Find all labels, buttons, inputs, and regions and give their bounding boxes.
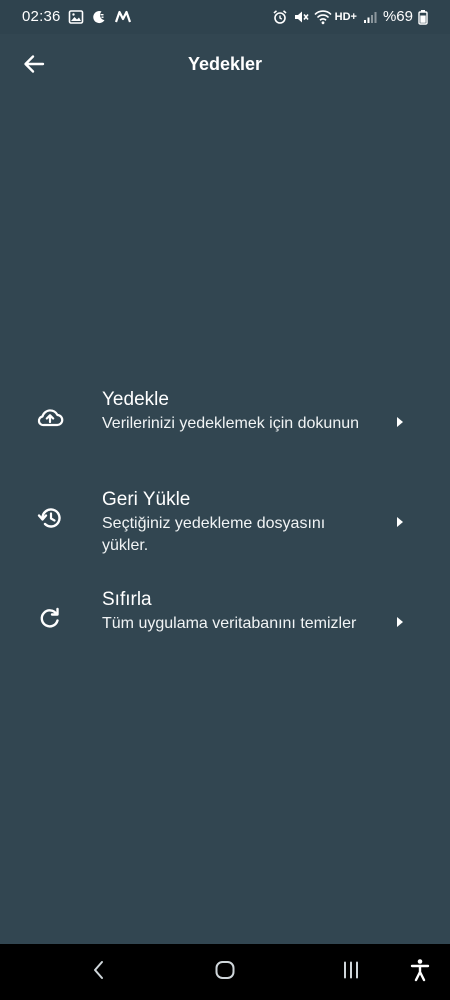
nav-recents-icon: [340, 959, 362, 986]
menu-item-title: Yedekle: [102, 389, 169, 410]
status-bar: 02:36 HD+ %69: [0, 0, 450, 34]
backup-menu-list: Yedekle Verilerinizi yedeklemek için dok…: [0, 378, 450, 678]
m-app-icon: [114, 9, 131, 25]
nav-recents-button[interactable]: [337, 958, 365, 986]
nav-back-button[interactable]: [85, 958, 113, 986]
menu-item-title: Sıfırla: [102, 589, 152, 610]
moon-icon: [91, 9, 107, 25]
menu-item-backup[interactable]: Yedekle Verilerinizi yedeklemek için dok…: [0, 378, 450, 478]
battery-icon: [418, 9, 434, 25]
cloud-upload-icon: [36, 404, 64, 432]
nav-home-icon: [214, 959, 236, 986]
menu-item-title: Geri Yükle: [102, 489, 191, 510]
menu-item-restore[interactable]: Geri Yükle Seçtiğiniz yedekleme dosyasın…: [0, 478, 450, 578]
menu-item-subtitle: Seçtiğiniz yedekleme dosyasını yükler.: [102, 515, 326, 554]
refresh-icon: [36, 604, 64, 632]
page-title: Yedekler: [187, 54, 263, 74]
nav-home-button[interactable]: [211, 958, 239, 986]
accessibility-button[interactable]: [406, 958, 434, 986]
battery-percent: %69: [382, 8, 413, 25]
gallery-icon: [68, 9, 84, 25]
menu-item-subtitle: Verilerinizi yedeklemek için dokunun: [102, 415, 360, 432]
caret-right-icon: [394, 515, 406, 529]
caret-right-icon: [394, 615, 406, 629]
menu-item-text: Geri Yükle Seçtiğiniz yedekleme dosyasın…: [102, 488, 372, 557]
menu-item-subtitle: Tüm uygulama veritabanını temizler: [102, 615, 357, 632]
caret-right-icon: [394, 415, 406, 429]
restore-history-icon: [36, 504, 64, 532]
signal-icon: [362, 9, 378, 25]
accessibility-icon: [409, 958, 431, 987]
status-right: HD+ %69: [272, 8, 434, 25]
app-bar: Yedekler: [0, 34, 450, 98]
status-left: 02:36: [22, 8, 131, 25]
mute-icon: [293, 9, 309, 25]
system-nav-bar: [0, 944, 450, 1000]
menu-item-text: Yedekle Verilerinizi yedeklemek için dok…: [102, 388, 372, 435]
menu-item-text: Sıfırla Tüm uygulama veritabanını temizl…: [102, 588, 372, 635]
hd-icon: HD+: [334, 10, 357, 23]
nav-back-icon: [91, 959, 107, 986]
menu-item-reset[interactable]: Sıfırla Tüm uygulama veritabanını temizl…: [0, 578, 450, 678]
wifi-icon: [314, 9, 332, 25]
backup-screen: 02:36 HD+ %69 Yedekler Yedekle Verilerin…: [0, 0, 450, 1000]
status-time: 02:36: [22, 8, 61, 25]
alarm-icon: [272, 9, 288, 25]
